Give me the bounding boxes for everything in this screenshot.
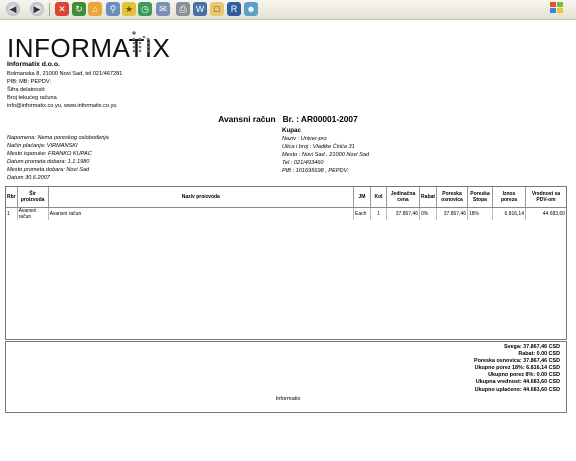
note-line: Napomena: Nema poreskog oslobođenja — [7, 135, 109, 141]
messenger-icon[interactable]: ☻ — [244, 2, 258, 16]
print-icon[interactable]: ⎙ — [176, 2, 190, 16]
col-header-qty: Kol — [370, 187, 387, 208]
buyer-name: Naziv : Univer-pro — [282, 136, 327, 142]
totals-box: Svega: 37.867,46 CSD Rabat: 0.00 CSD Por… — [5, 341, 567, 413]
invoice-page: INFORMATIX Informatix d.o.o. Bolmanska 8… — [0, 19, 576, 461]
stop-icon[interactable]: ✕ — [55, 2, 69, 16]
company-address: Bolmanska 8, 21000 Novi Sad, tel 021/467… — [7, 71, 123, 77]
col-header-unit: JM — [353, 187, 371, 208]
delivery-place-line: Mesto isporuke: FRANKO KUPAC — [7, 151, 92, 157]
cell-tax-base: 37.867,46 — [436, 207, 468, 220]
col-header-discount: Rabat — [419, 187, 437, 208]
cell-total: 44.683,60 — [542, 211, 565, 217]
table-header-row: Rbr Šir proizvoda Naziv proizvoda JM Kol… — [6, 187, 566, 208]
windows-logo-icon — [550, 2, 572, 17]
total-tax-base: Poreska osnovica: 37.867,46 CSD — [474, 358, 560, 365]
cell-rbr: 1 — [6, 207, 18, 220]
forward-icon[interactable]: ▶ — [30, 2, 44, 16]
items-table-box: Rbr Šir proizvoda Naziv proizvoda JM Kol… — [5, 186, 567, 340]
total-sum: Svega: 37.867,46 CSD — [503, 344, 560, 350]
favorites-icon[interactable]: ★ — [122, 2, 136, 16]
cell-unit-price: 37.867,46 — [386, 207, 420, 220]
buyer-heading: Kupac — [282, 127, 301, 134]
col-header-tax-rate: Poreska Stopa — [467, 187, 493, 208]
company-name: Informatix d.o.o. — [7, 61, 60, 68]
turnover-date-line: Datum prometa dobara: 1.1.1980 — [7, 159, 90, 165]
col-header-tax-amount: Iznos poreza — [492, 187, 526, 208]
col-header-rbr: Rbr — [6, 187, 18, 208]
payment-method-line: Način plaćanja: VIRMANSKI — [7, 143, 78, 149]
company-activity-code: Šifra delatnosti: — [7, 87, 46, 93]
table-row: 1 Avansni račun Avansni račun Each 1 37.… — [6, 207, 566, 220]
research-icon[interactable]: R — [227, 2, 241, 16]
cell-qty: 1 — [370, 207, 387, 220]
browser-toolbar: ◀ ▶ ✕ ↻ ⌂ ⚲ ★ ◷ ✉ ⎙ W □ R ☻ — [0, 0, 576, 20]
search-icon[interactable]: ⚲ — [106, 2, 120, 16]
buyer-city: Mesto : Novi Sad , 21000 Novi Sad — [282, 152, 370, 158]
discuss-icon[interactable]: □ — [210, 2, 224, 16]
total-discount: Rabat: 0.00 CSD — [518, 351, 560, 358]
invoice-date-line: Datum 30.6.2007 — [7, 175, 50, 181]
col-header-tax-base: Poreska osnovica — [436, 187, 468, 208]
cell-tax-amount: 6.816,14 — [492, 207, 526, 220]
company-tax-ids: PIB: MB: PEPDV: — [7, 79, 51, 85]
document-title: Avansni račun Br. : AR00001-2007 — [218, 114, 358, 124]
col-header-total: Vrednost sa PDV-om — [525, 187, 566, 208]
buyer-tax-id: PIB : 101695698 , PEPDV: — [282, 168, 349, 174]
invoice-details: Napomena: Nema poreskog oslobođenja Nači… — [7, 134, 109, 182]
total-value: Ukupna vrednost: 44.683,60 CSD — [475, 379, 560, 386]
refresh-icon[interactable]: ↻ — [72, 2, 86, 16]
company-bank-account: Broj tekućeg računa — [7, 95, 57, 101]
logo-dots-icon — [132, 31, 151, 53]
totals-summary: Svega: 37.867,46 CSD Rabat: 0.00 CSD Por… — [474, 344, 560, 394]
footer-text: Informatix — [275, 396, 301, 402]
cell-tax-rate: 18% — [467, 207, 493, 220]
items-table: Rbr Šir proizvoda Naziv proizvoda JM Kol… — [6, 187, 566, 220]
total-tax-18: Ukupno porez 18%: 6.816,14 CSD — [474, 365, 560, 372]
mail-icon[interactable]: ✉ — [156, 2, 170, 16]
cell-name: Avansni račun — [48, 207, 355, 220]
buyer-street: Ulica i broj : Vladike Ćirića 31 — [282, 144, 355, 150]
col-header-unit-price: Jedinačna cena — [386, 187, 420, 208]
cell-unit: Each — [353, 207, 371, 220]
company-contact: info@informatix.co.yu, www.informatix.co… — [7, 103, 117, 109]
back-icon[interactable]: ◀ — [6, 2, 20, 16]
turnover-place-line: Mesto prometa dobara: Novi Sad — [7, 167, 90, 173]
col-header-name: Naziv proizvoda — [48, 187, 355, 208]
cell-discount: 0% — [419, 207, 437, 220]
cell-code: Avansni račun — [17, 207, 49, 220]
col-header-code: Šir proizvoda — [17, 187, 49, 208]
company-details: Bolmanska 8, 21000 Novi Sad, tel 021/467… — [7, 70, 122, 110]
buyer-details: Naziv : Univer-pro Ulica i broj : Vladik… — [282, 135, 369, 175]
home-icon[interactable]: ⌂ — [88, 2, 102, 16]
edit-icon[interactable]: W — [193, 2, 207, 16]
buyer-phone: Tel : 021/493460 — [282, 160, 324, 166]
total-tax-8: Ukupno porez 8%: 0.00 CSD — [488, 372, 560, 379]
history-icon[interactable]: ◷ — [138, 2, 152, 16]
total-paid: Ukupno uplaćeno: 44.683,60 CSD — [474, 386, 560, 393]
